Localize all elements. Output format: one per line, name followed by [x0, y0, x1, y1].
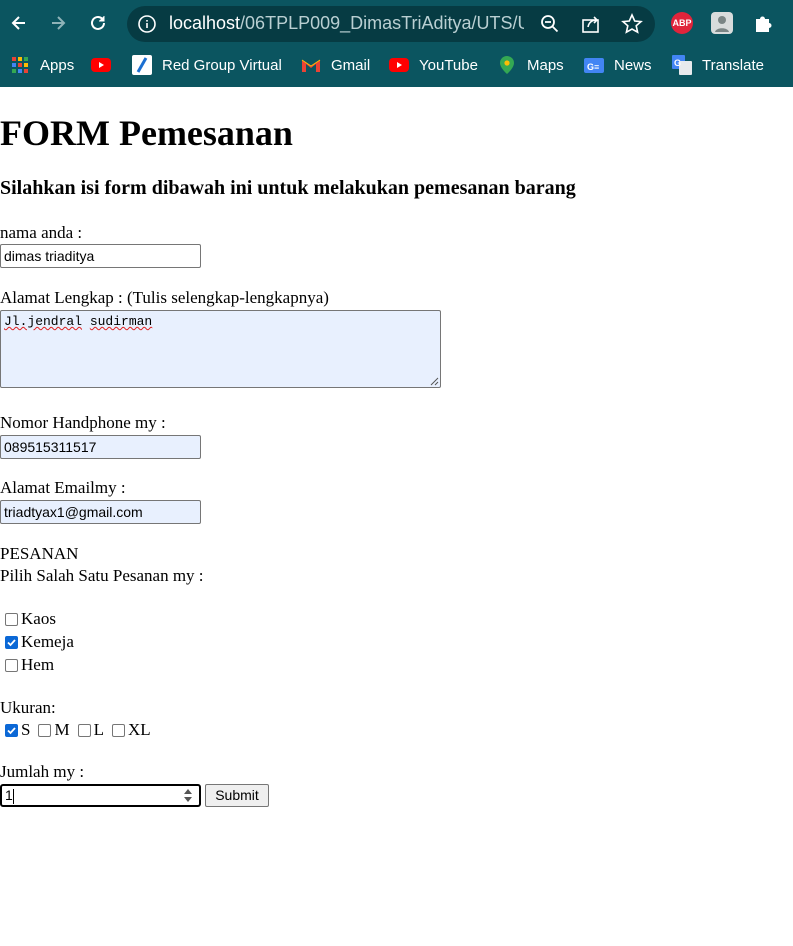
bookmark-translate[interactable]: G Translate: [672, 54, 764, 76]
address-textarea[interactable]: Jl.jendral sudirman: [0, 310, 441, 388]
item-label: Hem: [21, 655, 55, 674]
checkmark-icon: [7, 638, 16, 646]
adblock-plus-icon[interactable]: ABP: [671, 12, 693, 34]
quantity-value: 1: [5, 787, 13, 803]
red-group-icon: [132, 55, 152, 75]
size-label: Ukuran:: [0, 698, 56, 717]
bookmark-star-icon[interactable]: [621, 13, 643, 35]
spinner-arrows-icon[interactable]: [182, 788, 194, 803]
bookmark-gmail[interactable]: Gmail: [301, 54, 370, 76]
bookmark-label: Gmail: [331, 56, 371, 74]
size-checkbox-m[interactable]: [38, 723, 52, 737]
submit-button[interactable]: Submit: [205, 784, 269, 807]
address-label: Alamat Lengkap : (Tulis selengkap-lengka…: [0, 288, 329, 307]
bookmark-label: Red Group Virtual: [162, 56, 282, 74]
name-label: nama anda :: [0, 223, 83, 242]
phone-label: Nomor Handphone my :: [0, 413, 166, 432]
address-bar[interactable]: localhost/06TPLP009_DimasTriAditya/UTS/U…: [127, 6, 655, 42]
address-word: sudirman: [89, 314, 153, 329]
size-checkbox-l[interactable]: [77, 723, 91, 737]
share-icon[interactable]: [580, 13, 602, 35]
url-host: localhost: [169, 13, 241, 33]
bookmark-label: Maps: [527, 56, 564, 74]
maps-pin-icon: [497, 55, 517, 75]
svg-text:G≡: G≡: [587, 62, 599, 72]
url-path: /06TPLP009_DimasTriAditya/UTS/U...: [240, 13, 524, 33]
item-checkbox[interactable]: [5, 612, 18, 626]
browser-chrome: localhost/06TPLP009_DimasTriAditya/UTS/U…: [0, 0, 793, 87]
size-label-s: S: [21, 720, 31, 739]
quantity-label: Jumlah my :: [0, 762, 85, 781]
bookmark-label: News: [614, 56, 652, 74]
bookmark-news[interactable]: G≡ News: [584, 54, 652, 76]
resize-grip-icon[interactable]: [429, 376, 439, 386]
bookmark-youtube[interactable]: YouTube: [389, 54, 478, 76]
apps-grid-icon: [10, 55, 30, 75]
order-instruction: Pilih Salah Satu Pesanan my :: [0, 566, 204, 585]
page-title: FORM Pemesanan: [0, 113, 293, 153]
url-text[interactable]: localhost/06TPLP009_DimasTriAditya/UTS/U…: [169, 13, 524, 34]
email-input[interactable]: triadtyax1@gmail.com: [0, 500, 201, 524]
svg-text:G: G: [674, 58, 681, 68]
bookmark-apps[interactable]: Apps: [10, 54, 74, 76]
bookmark-label: Apps: [40, 56, 75, 74]
gmail-icon: [301, 55, 321, 75]
bookmark-youtube-short[interactable]: [91, 54, 121, 76]
name-input[interactable]: dimas triaditya: [0, 244, 201, 268]
forward-arrow-icon: [52, 16, 66, 30]
forward-button[interactable]: [44, 9, 72, 37]
reload-button[interactable]: [84, 9, 112, 37]
adblock-plus-label: ABP: [672, 18, 692, 28]
size-checkbox-s[interactable]: [5, 723, 18, 737]
page-subtitle: Silahkan isi form dibawah ini untuk mela…: [0, 177, 576, 199]
youtube-icon: [91, 55, 111, 75]
size-label-m: M: [54, 720, 70, 739]
checkmark-icon: [7, 726, 16, 734]
bookmark-maps[interactable]: Maps: [497, 54, 564, 76]
size-options: S M L XL: [0, 720, 151, 740]
phone-input[interactable]: 089515311517: [0, 435, 201, 459]
extensions-puzzle-icon[interactable]: [752, 12, 774, 34]
item-option-kaos[interactable]: Kaos: [0, 609, 56, 629]
quantity-stepper[interactable]: 1: [0, 784, 201, 807]
bookmark-label: YouTube: [419, 56, 478, 74]
google-news-icon: G≡: [584, 55, 604, 75]
reload-icon: [91, 15, 105, 30]
text-cursor: [12, 788, 14, 804]
bookmarks-bar: Apps Red Group Virtual Gmail YouTube Map…: [0, 46, 793, 87]
size-checkbox-xl[interactable]: [111, 723, 125, 737]
site-info-icon[interactable]: [137, 14, 157, 34]
back-arrow-icon: [11, 16, 25, 30]
item-label: Kaos: [21, 609, 56, 628]
item-option-kemeja[interactable]: Kemeja: [0, 632, 74, 652]
zoom-icon[interactable]: [539, 13, 561, 35]
order-heading: PESANAN: [0, 544, 79, 563]
email-label: Alamat Emailmy :: [0, 478, 126, 497]
item-checkbox[interactable]: [5, 635, 18, 649]
person-icon: [715, 16, 729, 32]
size-label-l: L: [93, 720, 104, 739]
google-translate-icon: G: [672, 55, 692, 75]
bookmark-red-group-virtual[interactable]: Red Group Virtual: [132, 54, 282, 76]
address-word: Jl.jendral: [4, 314, 83, 329]
browser-toolbar: localhost/06TPLP009_DimasTriAditya/UTS/U…: [0, 0, 793, 46]
youtube-icon: [389, 55, 409, 75]
item-option-hem[interactable]: Hem: [0, 655, 54, 675]
extension-icon[interactable]: [711, 12, 733, 34]
size-label-xl: XL: [127, 720, 151, 739]
item-checkbox[interactable]: [5, 658, 18, 672]
bookmark-label: Translate: [702, 56, 764, 74]
item-label: Kemeja: [21, 632, 74, 651]
back-button[interactable]: [5, 9, 33, 37]
